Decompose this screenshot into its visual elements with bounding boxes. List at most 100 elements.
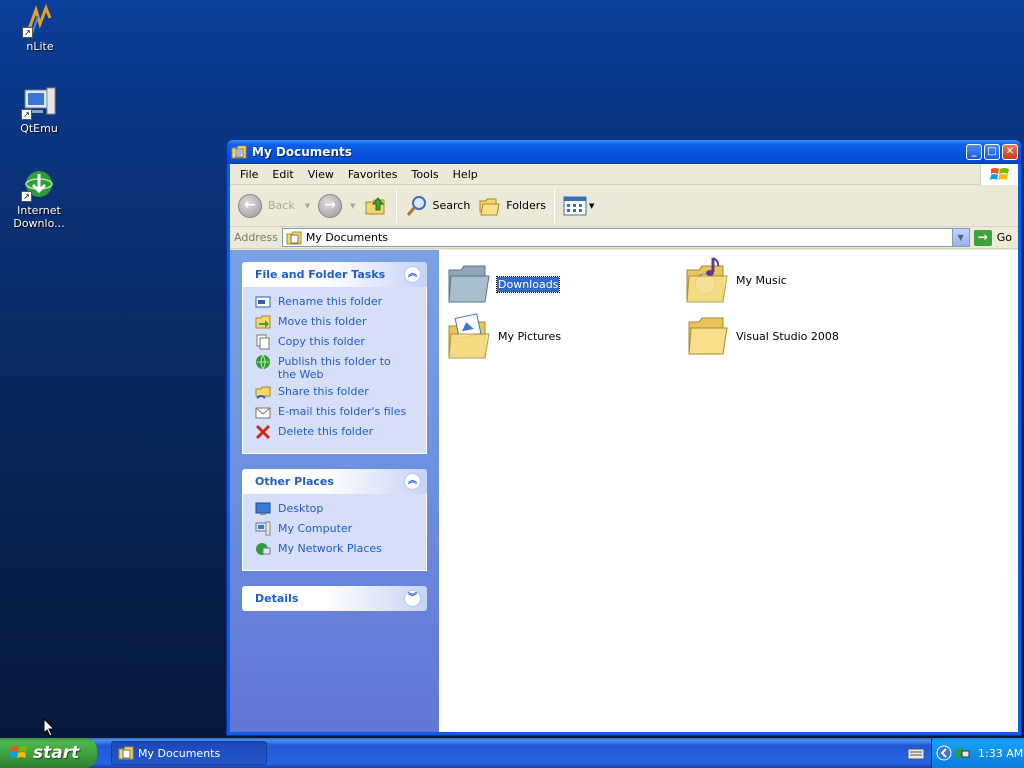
panel-title: File and Folder Tasks (255, 268, 386, 281)
desktop-icon-internet-download-manager[interactable]: ↗ Internet Downlo... (1, 168, 77, 230)
back-button[interactable]: ← Back ▼ (234, 189, 314, 223)
menu-file[interactable]: File (233, 164, 265, 185)
menu-edit[interactable]: Edit (265, 164, 300, 185)
place-my-computer[interactable]: My Computer (255, 521, 426, 542)
views-button[interactable]: ▼ (559, 189, 598, 223)
folders-icon (479, 198, 500, 215)
clock[interactable]: 1:33 AM (978, 747, 1023, 760)
network-places-icon (256, 543, 271, 555)
menu-view[interactable]: View (301, 164, 341, 185)
panel-title: Details (255, 592, 299, 605)
pictures-folder-icon (448, 313, 490, 359)
file-name: Downloads (495, 275, 561, 293)
go-button[interactable]: → Go (970, 229, 1018, 246)
taskbar: start My Documents 1:33 AM (0, 738, 1024, 768)
title-bar[interactable]: My Documents _ □ ✕ (227, 140, 1021, 164)
window-client: File Edit View Favorites Tools Help ← Ba… (230, 164, 1018, 732)
desktop-icon-nlite[interactable]: ↗ nLite (2, 3, 78, 53)
window-title: My Documents (252, 145, 352, 159)
desktop-icon-label: nLite (26, 40, 54, 53)
folder-icon (448, 265, 490, 303)
file-item-downloads[interactable]: Downloads (447, 262, 561, 306)
file-name: My Pictures (498, 329, 562, 343)
file-folder-tasks-panel: File and Folder Tasks ︽ Rename this fold… (242, 262, 427, 454)
file-item-my-pictures[interactable]: My Pictures (447, 312, 562, 360)
task-move-folder[interactable]: Move this folder (255, 315, 426, 335)
mouse-cursor-icon (43, 718, 55, 737)
task-copy-folder[interactable]: Copy this folder (255, 334, 426, 355)
expand-chevron-icon[interactable]: ︾ (404, 590, 421, 607)
share-folder-icon (255, 386, 271, 399)
file-item-visual-studio-2008[interactable]: Visual Studio 2008 (685, 314, 840, 358)
address-bar: Address My Documents ▼ → Go (230, 227, 1018, 249)
up-folder-icon (365, 196, 384, 214)
menu-bar: File Edit View Favorites Tools Help (230, 164, 1018, 185)
music-folder-icon (686, 257, 728, 303)
my-documents-icon (231, 145, 247, 159)
windows-flag-icon (10, 746, 27, 758)
task-publish-folder[interactable]: Publish this folder to the Web (255, 354, 426, 385)
back-label: Back (268, 199, 295, 212)
menu-tools[interactable]: Tools (405, 164, 446, 185)
forward-button[interactable]: → ▼ (314, 189, 359, 223)
go-label: Go (996, 231, 1012, 244)
task-rename-folder[interactable]: Rename this folder (255, 295, 426, 315)
desktop-icon-label: QtEmu (20, 122, 58, 135)
details-panel: Details ︾ (242, 586, 427, 611)
main-content: File and Folder Tasks ︽ Rename this fold… (230, 250, 1018, 732)
details-header[interactable]: Details ︾ (242, 586, 427, 611)
menu-favorites[interactable]: Favorites (341, 164, 405, 185)
task-email-files[interactable]: E-mail this folder's files (255, 405, 426, 425)
start-label: start (33, 743, 80, 763)
search-label: Search (432, 199, 471, 212)
views-icon (563, 196, 587, 215)
menu-help[interactable]: Help (446, 164, 485, 185)
network-connection-icon[interactable] (954, 745, 970, 761)
file-folder-tasks-header[interactable]: File and Folder Tasks ︽ (242, 262, 427, 287)
toolbar-separator (554, 188, 556, 223)
keyboard-icon[interactable] (908, 746, 924, 760)
task-share-folder[interactable]: Share this folder (255, 385, 426, 405)
taskbar-button-my-documents[interactable]: My Documents (111, 741, 267, 765)
collapse-chevron-icon[interactable]: ︽ (404, 266, 421, 283)
windows-logo-icon (980, 164, 1018, 185)
back-dropdown-icon[interactable]: ▼ (305, 202, 310, 210)
other-places-header[interactable]: Other Places ︽ (242, 469, 427, 494)
system-tray: 1:33 AM (931, 738, 1024, 768)
address-input[interactable]: My Documents ▼ (281, 228, 970, 247)
collapse-chevron-icon[interactable]: ︽ (404, 473, 421, 490)
task-delete-folder[interactable]: Delete this folder (255, 424, 426, 445)
explorer-window: My Documents _ □ ✕ File Edit View Favori… (226, 139, 1022, 736)
task-pane: File and Folder Tasks ︽ Rename this fold… (230, 250, 439, 732)
place-desktop[interactable]: Desktop (255, 502, 426, 522)
email-icon (255, 407, 271, 419)
internet-download-manager-icon: ↗ (21, 168, 57, 202)
address-dropdown-icon[interactable]: ▼ (951, 229, 969, 246)
start-button[interactable]: start (0, 738, 97, 768)
back-arrow-icon: ← (238, 193, 262, 218)
forward-dropdown-icon[interactable]: ▼ (350, 202, 355, 210)
address-label: Address (234, 231, 278, 244)
up-folder-button[interactable] (360, 189, 392, 223)
place-my-network-places[interactable]: My Network Places (255, 542, 426, 562)
taskbar-button-label: My Documents (138, 746, 221, 760)
copy-icon (256, 334, 270, 350)
desktop-icon-qtemu[interactable]: ↗ QtEmu (1, 86, 77, 135)
close-button[interactable]: ✕ (1002, 144, 1018, 160)
search-button[interactable]: Search (401, 189, 475, 223)
file-item-my-music[interactable]: My Music (685, 256, 788, 304)
desktop-icon-label: Internet Downlo... (13, 204, 65, 230)
maximize-button[interactable]: □ (984, 144, 1000, 160)
minimize-button[interactable]: _ (966, 144, 982, 160)
panel-title: Other Places (255, 475, 334, 488)
search-icon (406, 195, 426, 216)
address-value: My Documents (305, 231, 389, 244)
show-hidden-icons-chevron-icon[interactable] (936, 745, 952, 761)
views-dropdown-icon[interactable]: ▼ (589, 202, 594, 210)
file-name: My Music (736, 273, 787, 287)
forward-arrow-icon: → (318, 193, 343, 218)
folder-icon (688, 317, 728, 355)
other-places-panel: Other Places ︽ Desktop My Computer My Ne… (242, 469, 427, 571)
folders-label: Folders (506, 199, 547, 212)
folders-button[interactable]: Folders (474, 189, 550, 223)
